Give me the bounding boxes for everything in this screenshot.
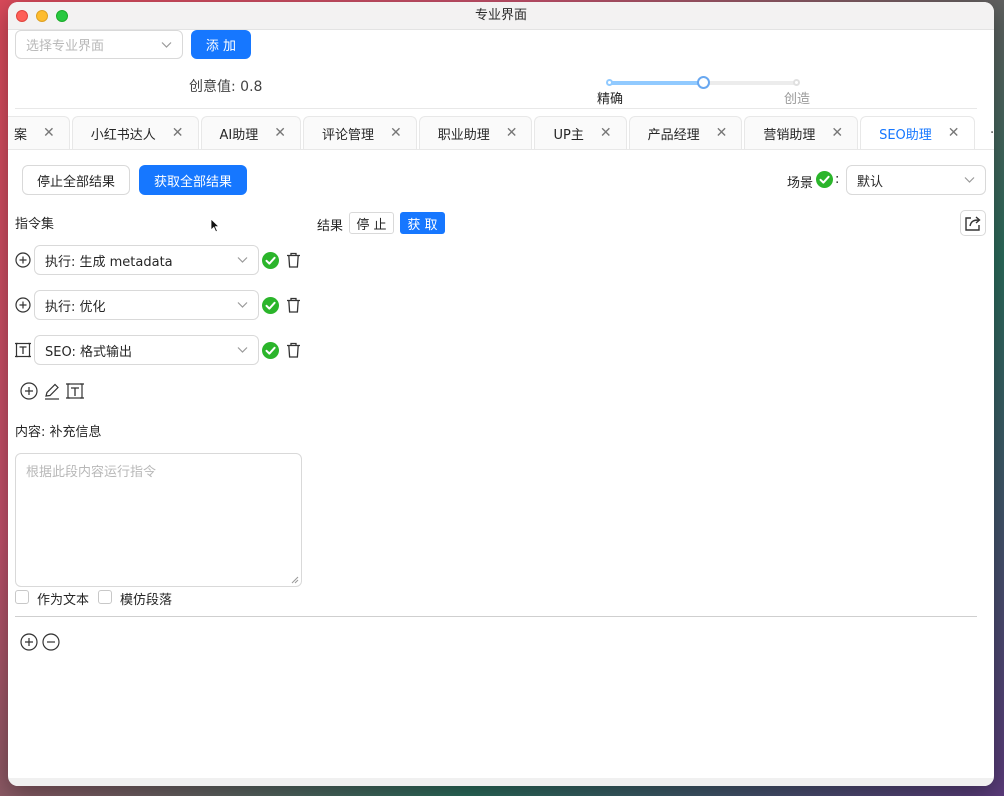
slider-dot-start: [606, 79, 613, 86]
tab-label: AI助理: [219, 127, 259, 143]
title-bar: 专业界面: [8, 2, 994, 30]
tab-item[interactable]: UP主 ✕: [534, 116, 627, 149]
imitate-checkbox[interactable]: [98, 590, 112, 604]
instruction-value: 执行: 生成 metadata: [45, 254, 173, 270]
tab-bar: 案 ✕ 小红书达人 ✕ AI助理 ✕ 评论管理 ✕ 职业助理 ✕ UP主 ✕ 产品经理 ✕ 营…: [8, 116, 994, 150]
instruction-select[interactable]: 执行: 优化: [34, 290, 259, 320]
chevron-down-icon: [237, 302, 248, 309]
tab-item[interactable]: 营销助理 ✕: [744, 116, 859, 149]
window-title: 专业界面: [474, 8, 527, 23]
mouse-cursor-icon: [210, 218, 220, 233]
chevron-down-icon: [161, 41, 172, 48]
instruction-value: 执行: 优化: [45, 299, 106, 315]
tab-item[interactable]: 小红书达人 ✕: [71, 116, 199, 149]
results-label: 结果: [317, 219, 344, 234]
app-window: 专业界面 选择专业界面 添 加 创意值: 0.8 精确 创造 案 ✕ 小红书达人 ✕: [8, 2, 994, 786]
plus-circle-icon[interactable]: [15, 252, 31, 268]
creativity-label: 创意值: 0.8: [189, 79, 263, 95]
zoom-window-button[interactable]: [56, 10, 68, 22]
trash-icon[interactable]: [286, 252, 301, 268]
minus-circle-icon[interactable]: [42, 633, 60, 651]
add-instruction-icon[interactable]: [20, 382, 38, 400]
share-icon: [965, 216, 981, 231]
get-all-button[interactable]: 获取全部结果: [139, 165, 247, 195]
check-circle-icon: [262, 252, 279, 269]
results-get-button[interactable]: 获 取: [400, 212, 445, 234]
tab-label: 评论管理: [321, 127, 374, 143]
minimize-window-button[interactable]: [36, 10, 48, 22]
tab-label: 产品经理: [647, 127, 700, 143]
trash-icon[interactable]: [286, 342, 301, 358]
instructions-title: 指令集: [15, 217, 55, 232]
tab-item[interactable]: 职业助理 ✕: [418, 116, 533, 149]
slider-mark-creative[interactable]: 创造: [784, 88, 810, 107]
plus-circle-icon[interactable]: [15, 297, 31, 313]
scene-select-value: 默认: [857, 174, 884, 190]
content-textarea[interactable]: 根据此段内容运行指令: [15, 453, 302, 587]
edit-icon[interactable]: [43, 382, 61, 400]
close-icon[interactable]: ✕: [172, 125, 184, 141]
scene-label: 场景: [787, 176, 814, 191]
close-icon[interactable]: ✕: [948, 125, 960, 141]
instruction-select[interactable]: 执行: 生成 metadata: [34, 245, 259, 275]
instruction-value: SEO: 格式输出: [45, 344, 132, 360]
as-text-label[interactable]: 作为文本: [37, 589, 89, 608]
tab-label: 小红书达人: [90, 127, 156, 143]
creativity-slider[interactable]: [606, 76, 800, 90]
scene-colon: :: [835, 172, 840, 187]
check-circle-icon: [262, 342, 279, 359]
check-circle-icon: [262, 297, 279, 314]
close-window-button[interactable]: [16, 10, 28, 22]
tab-label: UP主: [553, 127, 584, 143]
tab-item-active[interactable]: SEO助理 ✕: [860, 116, 975, 149]
close-icon[interactable]: ✕: [506, 125, 518, 141]
slider-dot-end: [793, 79, 800, 86]
close-icon[interactable]: ✕: [831, 125, 843, 141]
close-icon[interactable]: ✕: [274, 125, 286, 141]
mode-select-placeholder: 选择专业界面: [26, 39, 105, 54]
content-label: 内容: 补充信息: [15, 425, 102, 440]
slider-track: [608, 81, 704, 85]
top-bar: 选择专业界面 添 加 创意值: 0.8 精确 创造: [8, 30, 994, 110]
tab-label: SEO助理: [879, 127, 932, 143]
chevron-down-icon: [964, 177, 975, 184]
window-controls: [16, 10, 68, 22]
stop-all-button[interactable]: 停止全部结果: [22, 165, 130, 195]
instruction-select[interactable]: SEO: 格式输出: [34, 335, 259, 365]
resize-handle-icon[interactable]: [291, 576, 299, 584]
content-placeholder: 根据此段内容运行指令: [26, 465, 157, 480]
tab-item[interactable]: 产品经理 ✕: [628, 116, 743, 149]
chevron-down-icon: [237, 347, 248, 354]
as-text-checkbox[interactable]: [15, 590, 29, 604]
slider-handle[interactable]: [697, 76, 710, 89]
check-circle-icon: [816, 171, 833, 188]
close-icon[interactable]: ✕: [716, 125, 728, 141]
share-button[interactable]: [960, 210, 986, 236]
tab-label: 案: [14, 127, 28, 143]
tab-item[interactable]: AI助理 ✕: [200, 116, 301, 149]
plus-circle-icon[interactable]: [20, 633, 38, 651]
scene-select[interactable]: 默认: [846, 165, 986, 195]
text-format-icon[interactable]: [15, 342, 31, 358]
tab-label: 职业助理: [437, 127, 490, 143]
tabs-more-button[interactable]: ···: [977, 116, 994, 149]
chevron-down-icon: [237, 257, 248, 264]
add-button[interactable]: 添 加: [191, 30, 251, 59]
tab-label: 营销助理: [763, 127, 816, 143]
slider-mark-precise[interactable]: 精确: [597, 88, 623, 107]
mode-select[interactable]: 选择专业界面: [15, 30, 183, 59]
results-stop-button[interactable]: 停 止: [349, 212, 394, 234]
close-icon[interactable]: ✕: [390, 125, 402, 141]
close-icon[interactable]: ✕: [600, 125, 612, 141]
section-divider: [15, 616, 977, 617]
imitate-label[interactable]: 模仿段落: [120, 589, 172, 608]
tab-item[interactable]: 案 ✕: [8, 116, 70, 149]
close-icon[interactable]: ✕: [43, 125, 55, 141]
top-divider: [15, 108, 977, 109]
bottom-bar: [8, 778, 994, 786]
trash-icon[interactable]: [286, 297, 301, 313]
text-format-icon[interactable]: [66, 382, 84, 400]
tab-item[interactable]: 评论管理 ✕: [302, 116, 417, 149]
